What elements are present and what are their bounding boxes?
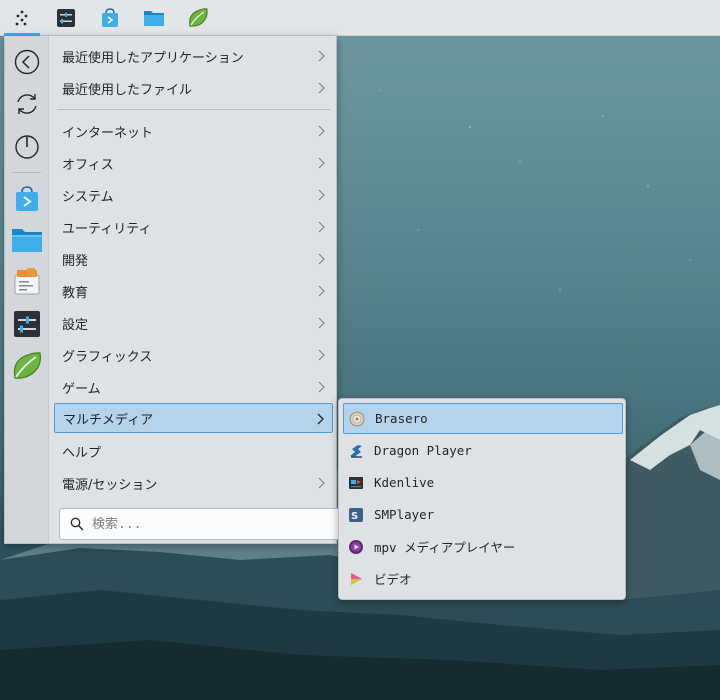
chevron-right-icon: [318, 221, 325, 233]
menu-item-settings[interactable]: 設定: [54, 308, 333, 338]
menu-item-label: グラフィックス: [62, 349, 153, 365]
menu-item-recent-files[interactable]: 最近使用したファイル: [54, 73, 333, 103]
submenu-item-kdenlive[interactable]: Kdenlive: [343, 467, 623, 498]
file-manager-folder-icon: [12, 229, 42, 252]
multimedia-submenu: Brasero Dragon Player Kdenlive S SMPlaye…: [338, 398, 626, 600]
search-field[interactable]: [59, 508, 343, 540]
task-settings[interactable]: [44, 0, 88, 36]
menu-item-graphics[interactable]: グラフィックス: [54, 340, 333, 370]
submenu-item-dragon-player[interactable]: Dragon Player: [343, 435, 623, 466]
menu-item-office[interactable]: オフィス: [54, 148, 333, 178]
menu-item-power-session[interactable]: 電源/セッション: [54, 468, 333, 498]
menu-item-label: 設定: [62, 317, 89, 333]
favorite-file-manager[interactable]: [11, 224, 43, 256]
submenu-item-label: mpv メディアプレイヤー: [374, 540, 516, 555]
back-button[interactable]: [11, 46, 43, 78]
menu-item-utilities[interactable]: ユーティリティ: [54, 212, 333, 242]
back-arrow-icon: [14, 49, 40, 75]
chevron-right-icon: [318, 317, 325, 329]
menu-item-education[interactable]: 教育: [54, 276, 333, 306]
submenu-item-label: ビデオ: [374, 572, 412, 587]
submenu-item-label: SMPlayer: [374, 507, 435, 522]
dragon-player-icon: [350, 444, 362, 458]
favorites-separator: [13, 172, 41, 173]
chevron-right-icon: [318, 253, 325, 265]
chevron-right-icon: [318, 50, 325, 62]
smplayer-icon: S: [349, 507, 363, 522]
task-file-manager[interactable]: [132, 0, 176, 36]
favorite-leaf-app[interactable]: [11, 350, 43, 382]
settings-sliders-icon: [57, 8, 75, 27]
menu-item-recent-applications[interactable]: 最近使用したアプリケーション: [54, 41, 333, 71]
menu-item-internet[interactable]: インターネット: [54, 116, 333, 146]
chevron-right-icon: [318, 381, 325, 393]
discover-store-icon: [16, 186, 38, 211]
brasero-disc-icon: [349, 411, 365, 426]
refresh-icon: [17, 94, 37, 114]
submenu-item-smplayer[interactable]: S SMPlayer: [343, 499, 623, 530]
favorite-kate[interactable]: [11, 266, 43, 298]
search-icon: [70, 517, 84, 531]
menu-item-help[interactable]: ヘルプ: [54, 436, 333, 466]
menu-item-system[interactable]: システム: [54, 180, 333, 210]
menu-item-label: インターネット: [62, 125, 154, 141]
menu-item-label: 最近使用したアプリケーション: [62, 50, 244, 66]
kate-editor-icon: [14, 268, 40, 295]
application-menu: 最近使用したアプリケーション 最近使用したファイル インターネット オフィス シ…: [4, 36, 343, 544]
submenu-item-label: Dragon Player: [374, 443, 472, 458]
top-panel: [0, 0, 720, 36]
svg-text:S: S: [351, 511, 358, 522]
kdenlive-icon: [349, 476, 363, 489]
submenu-item-label: Brasero: [375, 411, 428, 426]
power-icon: [15, 135, 39, 159]
chevron-right-icon: [318, 349, 325, 361]
menu-item-label: ゲーム: [62, 381, 101, 397]
menu-item-label: 開発: [62, 253, 89, 269]
video-icon: [351, 572, 362, 585]
system-settings-icon: [14, 311, 40, 337]
favorite-system-settings[interactable]: [11, 308, 43, 340]
file-manager-folder-icon: [144, 10, 164, 26]
menu-item-label: マルチメディア: [63, 412, 154, 428]
menu-separator: [57, 109, 330, 110]
favorite-discover[interactable]: [11, 183, 43, 215]
menu-item-label: システム: [62, 189, 114, 205]
mpv-icon: [349, 539, 363, 554]
chevron-right-icon: [318, 157, 325, 169]
discover-store-icon: [102, 7, 118, 27]
menu-item-label: ヘルプ: [62, 445, 102, 461]
search-input[interactable]: [92, 516, 332, 532]
refresh-button[interactable]: [11, 88, 43, 120]
chevron-right-icon: [318, 189, 325, 201]
favorites-sidebar: [5, 36, 49, 543]
chevron-right-icon: [318, 477, 325, 489]
menu-item-label: 教育: [62, 285, 89, 301]
submenu-item-label: Kdenlive: [374, 475, 435, 490]
task-leaf-app[interactable]: [176, 0, 220, 36]
submenu-item-mpv[interactable]: mpv メディアプレイヤー: [343, 531, 623, 562]
leaf-app-icon: [13, 352, 41, 379]
leaf-app-icon: [189, 7, 208, 27]
menu-item-development[interactable]: 開発: [54, 244, 333, 274]
menu-item-label: ユーティリティ: [62, 221, 152, 237]
submenu-item-video[interactable]: ビデオ: [343, 563, 623, 594]
chevron-right-icon: [318, 285, 325, 297]
kickoff-dots-icon: [15, 10, 28, 25]
chevron-right-icon: [318, 125, 325, 137]
application-launcher-button[interactable]: [0, 0, 44, 36]
menu-item-label: オフィス: [62, 157, 114, 173]
menu-item-label: 電源/セッション: [62, 477, 158, 493]
menu-item-multimedia[interactable]: マルチメディア: [54, 403, 333, 433]
menu-item-games[interactable]: ゲーム: [54, 372, 333, 402]
chevron-right-icon: [318, 82, 325, 94]
submenu-item-brasero[interactable]: Brasero: [343, 403, 623, 434]
task-discover[interactable]: [88, 0, 132, 36]
menu-item-label: 最近使用したファイル: [62, 82, 193, 98]
power-button[interactable]: [11, 130, 43, 162]
chevron-right-icon: [317, 413, 324, 425]
